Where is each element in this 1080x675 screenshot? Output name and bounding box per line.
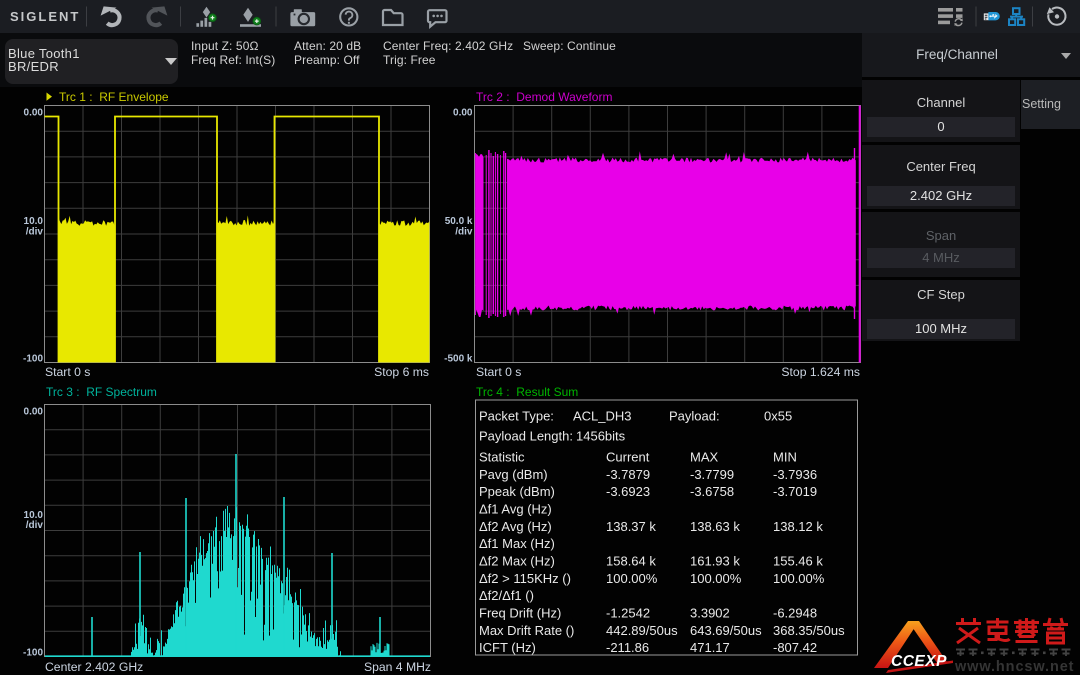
svg-text:138.63 k: 138.63 k xyxy=(690,519,740,534)
svg-text:100.00%: 100.00% xyxy=(690,571,742,586)
svg-text:0x55: 0x55 xyxy=(764,409,792,424)
svg-text:100.00%: 100.00% xyxy=(606,571,658,586)
svg-text:Start 0 s: Start 0 s xyxy=(45,365,90,379)
svg-text:-807.42: -807.42 xyxy=(773,640,817,655)
svg-text:Statistic: Statistic xyxy=(479,450,525,465)
svg-text:138.37 k: 138.37 k xyxy=(606,519,656,534)
svg-text:Payload Length:: Payload Length: xyxy=(479,429,573,444)
svg-text:/div: /div xyxy=(26,227,44,238)
svg-text:Stop 1.624 ms: Stop 1.624 ms xyxy=(781,365,860,379)
svg-text:Center 2.402 GHz: Center 2.402 GHz xyxy=(45,660,143,674)
svg-text:Stop 6 ms: Stop 6 ms xyxy=(374,365,429,379)
svg-text:0.00: 0.00 xyxy=(24,407,44,418)
svg-text:Trc 2 : Demod Waveform: Trc 2 : Demod Waveform xyxy=(476,90,612,104)
svg-text:Trc 3 : RF Spectrum: Trc 3 : RF Spectrum xyxy=(46,385,157,399)
svg-text:-3.7879: -3.7879 xyxy=(606,467,650,482)
svg-text:Payload:: Payload: xyxy=(669,409,720,424)
svg-text:Δf2 > 115KHz (): Δf2 > 115KHz () xyxy=(479,571,571,586)
svg-text:0.00: 0.00 xyxy=(24,108,44,119)
svg-text:643.69/50us: 643.69/50us xyxy=(690,623,762,638)
svg-text:100.00%: 100.00% xyxy=(773,571,825,586)
svg-text:CCEXP: CCEXP xyxy=(891,653,947,670)
svg-text:158.64 k: 158.64 k xyxy=(606,554,656,569)
svg-text:/div: /div xyxy=(455,227,473,238)
svg-text:Start 0 s: Start 0 s xyxy=(476,365,521,379)
svg-text:-3.6758: -3.6758 xyxy=(690,484,734,499)
svg-text:-211.86: -211.86 xyxy=(606,640,649,655)
svg-text:Max Drift Rate (): Max Drift Rate () xyxy=(479,623,574,638)
svg-text:442.89/50us: 442.89/50us xyxy=(606,623,678,638)
svg-text:MIN: MIN xyxy=(773,450,797,465)
svg-text:Δf2 Max (Hz): Δf2 Max (Hz) xyxy=(479,554,555,569)
svg-text:138.12 k: 138.12 k xyxy=(773,519,823,534)
svg-text:155.46 k: 155.46 k xyxy=(773,554,823,569)
svg-text:0.00: 0.00 xyxy=(453,108,473,119)
svg-text:-3.7799: -3.7799 xyxy=(690,467,734,482)
svg-text:ICFT (Hz): ICFT (Hz) xyxy=(479,640,536,655)
svg-text:Δf1 Max (Hz): Δf1 Max (Hz) xyxy=(479,536,555,551)
svg-text:-1.2542: -1.2542 xyxy=(606,606,650,621)
svg-text:Trc 1 : RF Envelope: Trc 1 : RF Envelope xyxy=(59,90,169,104)
svg-text:-100: -100 xyxy=(23,648,43,659)
svg-text:50.0 k: 50.0 k xyxy=(445,216,473,227)
svg-text:-3.6923: -3.6923 xyxy=(606,484,650,499)
svg-text:Pavg (dBm): Pavg (dBm) xyxy=(479,467,548,482)
svg-text:1456bits: 1456bits xyxy=(576,429,626,444)
svg-text:Freq Drift (Hz): Freq Drift (Hz) xyxy=(479,606,561,621)
svg-text:10.0: 10.0 xyxy=(24,216,44,227)
svg-text:-3.7936: -3.7936 xyxy=(773,467,817,482)
svg-text:471.17: 471.17 xyxy=(690,640,730,655)
svg-text:Packet Type:: Packet Type: xyxy=(479,409,554,424)
svg-text:161.93 k: 161.93 k xyxy=(690,554,740,569)
svg-text:Ppeak (dBm): Ppeak (dBm) xyxy=(479,484,555,499)
svg-text:-6.2948: -6.2948 xyxy=(773,606,817,621)
svg-text:Trc 4 : Result Sum: Trc 4 : Result Sum xyxy=(476,385,578,399)
svg-text:-3.7019: -3.7019 xyxy=(773,484,817,499)
svg-text:Δf2/Δf1 (): Δf2/Δf1 () xyxy=(479,588,534,603)
svg-text:3.3902: 3.3902 xyxy=(690,606,730,621)
svg-text:MAX: MAX xyxy=(690,450,719,465)
svg-text:Δf1 Avg (Hz): Δf1 Avg (Hz) xyxy=(479,502,552,517)
svg-text:ACL_DH3: ACL_DH3 xyxy=(573,409,632,424)
svg-text:www.hncsw.net: www.hncsw.net xyxy=(954,659,1074,675)
svg-text:-500 k: -500 k xyxy=(444,354,473,365)
svg-text:Current: Current xyxy=(606,450,650,465)
svg-text:/div: /div xyxy=(26,520,44,531)
svg-text:-100: -100 xyxy=(23,354,43,365)
svg-text:368.35/50us: 368.35/50us xyxy=(773,623,845,638)
svg-text:Δf2 Avg (Hz): Δf2 Avg (Hz) xyxy=(479,519,552,534)
svg-text:Span 4 MHz: Span 4 MHz xyxy=(364,660,431,674)
